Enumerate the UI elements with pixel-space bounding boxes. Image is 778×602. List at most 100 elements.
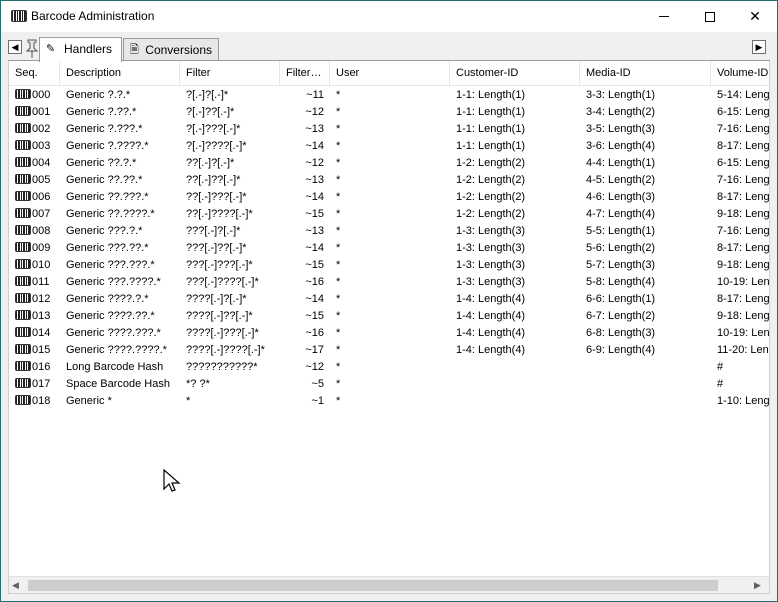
cell-user: * — [336, 378, 341, 390]
barcode-icon — [15, 395, 31, 405]
cell-seq: 018 — [9, 393, 60, 410]
cell-media: 3-3: Length(1) — [586, 89, 656, 101]
table-row[interactable]: 017 Space Barcode Hash *? ?* ~5 * # — [9, 376, 769, 393]
table-row[interactable]: 006 Generic ??.???.* ??[.-]???[.-]* ~14 * 1-2… — [9, 189, 769, 206]
tab-scroll-left-button[interactable]: ◀ — [8, 40, 22, 54]
cell-filter: ??[.-]?[.-]* — [186, 157, 235, 169]
cell-user: * — [336, 327, 341, 339]
cell-filter: ?[.-]????[.-]* — [186, 140, 247, 152]
cell-customer: 1-3: Length(3) — [456, 276, 526, 288]
cell-volume: 7-16: Lengt — [717, 123, 770, 135]
cell-fsize: ~16 — [305, 276, 324, 288]
tab-strip: ◀ ✎ Handlers 🗎 Conversions ▶ — [1, 32, 777, 62]
cell-filter: ????[.-]????[.-]* — [186, 344, 265, 356]
table-row[interactable]: 015 Generic ????.????.* ????[.-]????[.-]* ~… — [9, 342, 770, 359]
column-header-user[interactable]: User — [330, 61, 450, 86]
seq-value: 006 — [32, 191, 51, 203]
cell-filter: ???[.-]????[.-]* — [186, 276, 259, 288]
column-header-description[interactable]: Description — [60, 61, 180, 86]
table-row[interactable]: 002 Generic ?.???.* ?[.-]???[.-]* ~13 * 1-1: … — [9, 121, 770, 138]
cell-fsize: ~12 — [305, 157, 324, 169]
cell-filter: ??[.-]??[.-]* — [186, 174, 241, 186]
scroll-left-icon[interactable]: ◀ — [12, 580, 19, 591]
pin-icon[interactable] — [24, 38, 40, 60]
barcode-icon — [15, 344, 31, 354]
cell-seq: 017 — [9, 376, 60, 393]
horizontal-scrollbar[interactable]: ◀ ▶ — [9, 576, 769, 593]
cell-filter: ??[.-]???[.-]* — [186, 191, 247, 203]
cell-filter: ????[.-]???[.-]* — [186, 327, 259, 339]
cell-media — [580, 359, 711, 376]
cell-media: 6-6: Length(1) — [586, 293, 656, 305]
cell-media: 3-5: Length(3) — [586, 123, 656, 135]
table-row[interactable]: 014 Generic ????.???.* ????[.-]???[.-]* ~16… — [9, 325, 769, 342]
column-header-filter[interactable]: Filter — [180, 61, 280, 86]
table-row[interactable]: 008 Generic ???.?.* ???[.-]?[.-]* ~13 * 1-3: … — [9, 223, 769, 240]
table-header: Seq. Description Filter Filter… User Cus… — [9, 61, 769, 86]
cell-description: Generic ?.????.* — [66, 140, 149, 152]
cell-filter: * — [186, 395, 191, 407]
cell-seq: 000 — [9, 87, 60, 104]
cell-description: Generic * — [66, 395, 112, 407]
barcode-icon — [15, 293, 31, 303]
table-row[interactable]: 000 Generic ?.?.* ?[.-]?[.-]* ~11 * 1-1: Leng… — [9, 87, 769, 104]
table-row[interactable]: 010 Generic ???.???.* ???[.-]???[.-]* ~15 * 1… — [9, 257, 770, 274]
cell-volume: 11-20: Leng — [717, 344, 770, 356]
cell-volume: 9-18: Lengt — [717, 259, 770, 271]
table-row[interactable]: 016 Long Barcode Hash ???????????* ~12 * # — [9, 359, 769, 376]
minimize-button[interactable] — [641, 1, 687, 32]
seq-value: 017 — [32, 378, 51, 390]
table-row[interactable]: 005 Generic ??.??.* ??[.-]??[.-]* ~13 * 1-2: … — [9, 172, 769, 189]
column-header-filter-size[interactable]: Filter… — [280, 61, 330, 86]
cell-seq: 016 — [9, 359, 60, 376]
cell-customer: 1-3: Length(3) — [456, 225, 526, 237]
column-header-volume-id[interactable]: Volume-ID — [711, 61, 769, 86]
mouse-cursor-icon — [163, 469, 181, 492]
tab-handlers[interactable]: ✎ Handlers — [39, 37, 122, 62]
cell-volume: 9-18: Lengt — [717, 310, 770, 322]
scroll-right-icon[interactable]: ▶ — [754, 580, 761, 591]
table-row[interactable]: 011 Generic ???.????.* ???[.-]????[.-]* ~16… — [9, 274, 770, 291]
cell-fsize: ~14 — [305, 242, 324, 254]
seq-value: 005 — [32, 174, 51, 186]
close-button[interactable]: ✕ — [732, 1, 777, 32]
table-row[interactable]: 009 Generic ???.??.* ???[.-]??[.-]* ~14 * 1-3… — [9, 240, 770, 257]
tab-scroll-right-button[interactable]: ▶ — [752, 40, 766, 54]
barcode-icon — [15, 378, 31, 388]
maximize-icon — [705, 11, 715, 22]
table-row[interactable]: 004 Generic ??.?.* ??[.-]?[.-]* ~12 * 1-2: Le… — [9, 155, 769, 172]
tab-conversions[interactable]: 🗎 Conversions — [123, 38, 219, 60]
table-row[interactable]: 018 Generic * * ~1 * 1-10: Lengt — [9, 393, 769, 410]
cell-user: * — [336, 89, 341, 101]
cell-volume: 10-19: Leng — [717, 276, 770, 288]
cell-seq: 014 — [9, 325, 60, 342]
cell-description: Generic ??.?.* — [66, 157, 137, 169]
cell-fsize: ~12 — [305, 361, 324, 373]
table-row[interactable]: 012 Generic ????.?.* ????[.-]?[.-]* ~14 * 1-4… — [9, 291, 769, 308]
seq-value: 010 — [32, 259, 51, 271]
table-row[interactable]: 001 Generic ?.??.* ?[.-]??[.-]* ~12 * 1-1: Le… — [9, 104, 769, 121]
cell-volume: # — [717, 361, 724, 373]
cell-user: * — [336, 106, 341, 118]
column-header-customer-id[interactable]: Customer-ID — [450, 61, 580, 86]
column-header-seq[interactable]: Seq. — [9, 61, 60, 86]
cell-customer: 1-2: Length(2) — [456, 157, 526, 169]
maximize-button[interactable] — [687, 1, 733, 32]
cell-volume: 8-17: Lengt — [717, 242, 770, 254]
cell-user: * — [336, 225, 341, 237]
triangle-right-icon: ▶ — [755, 42, 763, 52]
table-row[interactable]: 013 Generic ????.??.* ????[.-]??[.-]* ~15 * 1… — [9, 308, 770, 325]
handlers-table[interactable]: Seq. Description Filter Filter… User Cus… — [8, 61, 770, 594]
cell-description: Generic ????.???.* — [66, 327, 161, 339]
column-header-media-id[interactable]: Media-ID — [580, 61, 711, 86]
cell-fsize: ~13 — [305, 225, 324, 237]
barcode-icon — [15, 191, 31, 201]
cell-fsize: ~13 — [305, 174, 324, 186]
cell-media: 6-7: Length(2) — [586, 310, 656, 322]
cell-fsize: ~11 — [306, 89, 324, 101]
cell-seq: 001 — [9, 104, 60, 121]
scrollbar-thumb[interactable] — [28, 580, 718, 591]
table-row[interactable]: 007 Generic ??.????.* ??[.-]????[.-]* ~15 * 1… — [9, 206, 769, 223]
table-row[interactable]: 003 Generic ?.????.* ?[.-]????[.-]* ~14 * 1-1… — [9, 138, 769, 155]
cell-fsize: ~15 — [305, 208, 324, 220]
